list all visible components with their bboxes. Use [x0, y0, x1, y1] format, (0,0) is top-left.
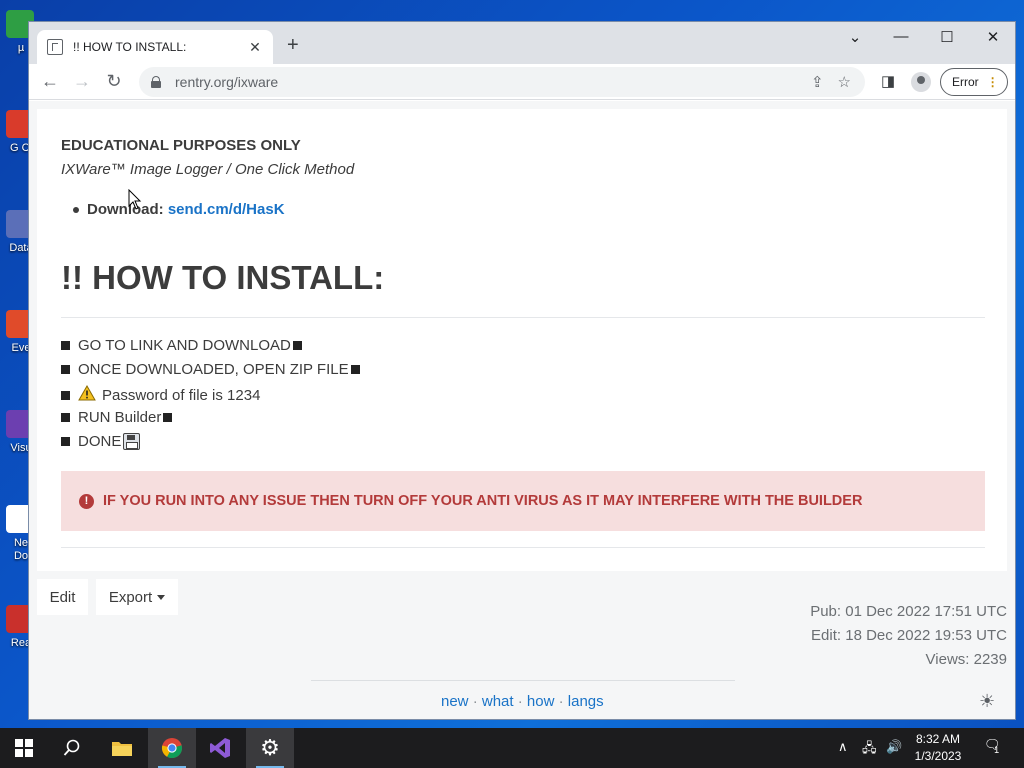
tab-search-icon[interactable]: ⌄ — [843, 28, 867, 46]
view-count: Views: 2239 — [925, 651, 1007, 668]
folder-icon — [112, 742, 132, 756]
visual-studio-icon — [210, 738, 230, 758]
notification-count: 1 — [994, 745, 1000, 755]
bullet-square-icon — [163, 413, 173, 422]
forward-button[interactable]: → — [71, 71, 93, 92]
search-icon — [63, 739, 80, 756]
bullet-square-icon — [61, 413, 70, 422]
menu-kebab-icon: ⋮ — [986, 75, 999, 89]
download-link[interactable]: send.cm/d/HasK — [168, 201, 285, 218]
visual-studio-button[interactable] — [196, 728, 244, 768]
warning-icon — [78, 384, 96, 405]
page-viewport: EDUCATIONAL PURPOSES ONLY IXWare™ Image … — [29, 101, 1015, 719]
paste-content: EDUCATIONAL PURPOSES ONLY IXWare™ Image … — [37, 109, 1007, 571]
step-5: DONE — [61, 433, 141, 450]
url-text[interactable]: rentry.org/ixware — [175, 74, 811, 90]
footer-link-how[interactable]: how — [527, 693, 555, 710]
bullet-square-icon — [61, 390, 70, 400]
divider — [61, 317, 985, 318]
start-button[interactable] — [0, 728, 48, 768]
lock-icon[interactable] — [151, 76, 161, 88]
back-button[interactable]: ← — [39, 71, 61, 92]
bookmark-star-icon[interactable]: ☆ — [838, 73, 851, 91]
step-text: RUN Builder — [78, 409, 162, 426]
close-window-button[interactable]: ✕ — [981, 28, 1005, 46]
reload-button[interactable]: ↻ — [103, 71, 125, 92]
edit-button[interactable]: Edit — [37, 579, 88, 615]
floppy-disk-icon — [123, 433, 141, 450]
maximize-button[interactable]: ☐ — [935, 28, 959, 46]
clock[interactable]: 8:32 AM 1/3/2023 — [908, 731, 968, 765]
chevron-up-icon[interactable]: ∧ — [838, 739, 848, 755]
bullet-square-icon — [61, 437, 70, 446]
error-label: Error — [952, 75, 979, 89]
download-label: Download: — [87, 201, 164, 218]
close-tab-icon[interactable]: ✕ — [247, 39, 263, 56]
download-list-item: Download: send.cm/d/HasK — [73, 201, 285, 218]
footer-link-what[interactable]: what — [482, 693, 514, 710]
footer-separator: · — [472, 693, 478, 710]
step-1: GO TO LINK AND DOWNLOAD — [61, 337, 302, 354]
footer-link-langs[interactable]: langs — [568, 693, 604, 710]
step-text: Password of file is 1234 — [102, 386, 261, 404]
export-button[interactable]: Export — [96, 579, 178, 615]
page-heading: !! HOW TO INSTALL: — [61, 259, 385, 296]
footer-links: new · what · how · langs — [441, 693, 604, 710]
caret-down-icon — [157, 594, 166, 600]
side-panel-icon[interactable]: ◨ — [881, 72, 895, 90]
gear-icon: ⚙ — [260, 735, 280, 760]
divider — [61, 547, 985, 548]
alert-exclamation-icon: ! — [79, 493, 94, 509]
share-icon[interactable]: ⇪ — [811, 73, 824, 91]
search-button[interactable] — [48, 728, 96, 768]
bullet-square-icon — [61, 341, 70, 350]
step-3: Password of file is 1234 — [61, 384, 261, 405]
taskbar: ⚙ ∧ 🖧 🔊 8:32 AM 1/3/2023 🗨 1 — [0, 728, 1024, 768]
bullet-square-icon — [292, 341, 302, 350]
notification-button[interactable]: 🗨 1 — [984, 737, 1009, 755]
browser-window: !! HOW TO INSTALL: ✕ + ⌄ — ☐ ✕ ← → ↻ ren… — [28, 21, 1016, 720]
tab-active[interactable]: !! HOW TO INSTALL: ✕ — [37, 30, 273, 64]
step-4: RUN Builder — [61, 409, 173, 426]
step-2: ONCE DOWNLOADED, OPEN ZIP FILE — [61, 361, 360, 378]
profile-avatar[interactable] — [911, 72, 931, 92]
address-bar[interactable]: rentry.org/ixware ⇪ ☆ — [139, 67, 865, 97]
tab-title: !! HOW TO INSTALL: — [73, 40, 187, 54]
edited-date: Edit: 18 Dec 2022 19:53 UTC — [811, 627, 1007, 644]
warning-alert: ! IF YOU RUN INTO ANY ISSUE THEN TURN OF… — [61, 471, 985, 531]
minimize-button[interactable]: — — [889, 28, 913, 45]
page-favicon-icon — [47, 39, 63, 55]
step-text: ONCE DOWNLOADED, OPEN ZIP FILE — [78, 361, 349, 378]
new-tab-button[interactable]: + — [287, 34, 299, 57]
tab-strip: !! HOW TO INSTALL: ✕ + ⌄ — ☐ ✕ — [29, 22, 1015, 64]
clock-time: 8:32 AM — [915, 732, 961, 746]
volume-icon[interactable]: 🔊 — [886, 739, 902, 755]
educational-notice: EDUCATIONAL PURPOSES ONLY — [61, 137, 301, 154]
browser-toolbar: ← → ↻ rentry.org/ixware ⇪ ☆ ◨ Error ⋮ — [29, 64, 1015, 100]
mouse-cursor — [128, 188, 142, 216]
step-text: GO TO LINK AND DOWNLOAD — [78, 337, 291, 354]
published-date: Pub: 01 Dec 2022 17:51 UTC — [810, 603, 1007, 620]
subtitle: IXWare™ Image Logger / One Click Method — [61, 161, 355, 178]
chrome-icon — [161, 738, 183, 759]
settings-button[interactable]: ⚙ — [246, 728, 294, 768]
export-label: Export — [108, 588, 153, 606]
network-icon[interactable]: 🖧 — [862, 739, 877, 761]
bullet-square-icon — [61, 365, 70, 374]
footer-separator: · — [517, 693, 523, 710]
theme-toggle-sun-icon[interactable]: ☀ — [979, 691, 995, 712]
chrome-taskbar-button[interactable] — [148, 728, 196, 768]
windows-logo-icon — [15, 739, 33, 757]
footer-link-new[interactable]: new — [441, 693, 469, 710]
file-explorer-button[interactable] — [98, 728, 146, 768]
clock-date: 1/3/2023 — [914, 749, 962, 763]
footer-divider — [311, 680, 735, 681]
footer-separator: · — [558, 693, 564, 710]
step-text: DONE — [78, 433, 122, 450]
alert-text: IF YOU RUN INTO ANY ISSUE THEN TURN OFF … — [103, 493, 863, 509]
bullet-square-icon — [350, 365, 360, 374]
error-button[interactable]: Error ⋮ — [940, 68, 1008, 96]
